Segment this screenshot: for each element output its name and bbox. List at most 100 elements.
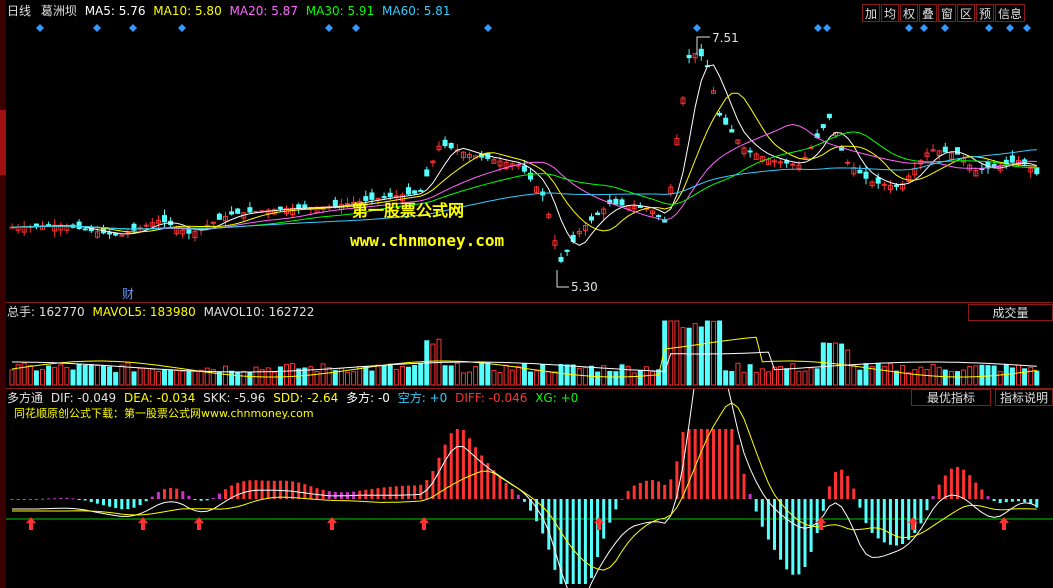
- volume-bar: [143, 368, 149, 386]
- volume-bar: [808, 367, 814, 386]
- volume-bar: [973, 365, 979, 386]
- volume-bar: [70, 369, 76, 386]
- candle-body: [589, 216, 594, 221]
- volume-bar: [637, 370, 643, 386]
- event-diamond: [1006, 24, 1014, 32]
- macd-bar: [224, 489, 227, 499]
- candle-body: [412, 190, 418, 194]
- toolbar-add-button[interactable]: 加: [862, 4, 880, 22]
- volume-bar: [204, 367, 210, 386]
- toolbar-average-button[interactable]: 均: [881, 4, 899, 22]
- volume-bar: [857, 369, 863, 386]
- volume-bar: [101, 365, 106, 386]
- candle-body: [619, 199, 625, 206]
- candle-body: [186, 229, 192, 234]
- candle-body: [296, 204, 302, 209]
- volume-bar: [668, 320, 674, 386]
- volume-bar: [930, 363, 936, 386]
- macd-bar: [962, 469, 966, 499]
- candle-body: [955, 147, 960, 155]
- toolbar-window-button[interactable]: 窗: [938, 4, 956, 22]
- indicator-name[interactable]: 多方通: [7, 391, 43, 405]
- volume-bar: [619, 364, 625, 386]
- volume-bar: [631, 372, 637, 386]
- candle-body: [277, 206, 283, 210]
- ma30-line: [11, 131, 1037, 230]
- volume-bar: [576, 367, 582, 386]
- volume-indicator-button[interactable]: 成交量: [968, 304, 1053, 321]
- volume-bar: [491, 369, 497, 386]
- candle-body: [82, 228, 88, 231]
- toolbar-info-button[interactable]: 信息: [995, 4, 1025, 22]
- macd-bar: [754, 499, 758, 512]
- volume-bar: [357, 366, 363, 386]
- macd-bar: [199, 499, 203, 501]
- macd-bar: [742, 473, 746, 499]
- volume-bar: [40, 369, 45, 386]
- macd-bar: [998, 499, 1002, 503]
- financial-report-marker[interactable]: 财: [122, 287, 134, 301]
- volume-bar: [717, 320, 723, 386]
- candle-body: [820, 124, 826, 129]
- volume-bar: [741, 371, 747, 386]
- volume-bar: [1022, 368, 1028, 386]
- period-label[interactable]: 日线: [7, 4, 31, 18]
- sdd-value: SDD: -2.64: [273, 391, 339, 405]
- macd-bar: [943, 475, 947, 499]
- event-diamond: [693, 24, 701, 32]
- indicator-help-button[interactable]: 指标说明: [995, 389, 1053, 406]
- volume-bar: [753, 371, 759, 386]
- ma60-value: MA60: 5.81: [382, 4, 451, 18]
- macd-bar: [150, 496, 154, 499]
- macd-bar: [394, 486, 398, 499]
- macd-bar: [120, 499, 124, 510]
- event-diamond: [178, 24, 186, 32]
- volume-bar: [186, 371, 192, 386]
- volume-bar: [1028, 366, 1034, 386]
- candle-body: [210, 221, 216, 224]
- macd-bar: [41, 498, 44, 500]
- volume-bar: [686, 327, 692, 386]
- candle-body: [723, 117, 729, 125]
- macd-bar: [620, 498, 624, 500]
- candle-body: [33, 223, 39, 227]
- volume-bar: [497, 371, 503, 386]
- macd-bar: [876, 499, 880, 539]
- toolbar-warning-button[interactable]: 预: [976, 4, 994, 22]
- volume-bar: [826, 342, 832, 386]
- best-indicator-button[interactable]: 最优指标: [911, 389, 991, 406]
- toolbar-rights-button[interactable]: 权: [900, 4, 918, 22]
- event-diamond: [129, 24, 137, 32]
- volume-bar: [387, 363, 393, 386]
- macd-bar: [931, 496, 935, 499]
- ma5-value: MA5: 5.76: [84, 4, 146, 18]
- low-price-label: 5.30: [571, 280, 598, 294]
- macd-bar: [193, 499, 197, 500]
- volume-bar: [229, 370, 235, 386]
- volume-bar: [174, 370, 180, 386]
- macd-bar: [852, 488, 856, 499]
- price-chart[interactable]: [0, 0, 1053, 303]
- volume-bar: [881, 365, 887, 386]
- candle-body: [595, 212, 601, 216]
- candle-body: [717, 112, 723, 116]
- toolbar-range-button[interactable]: 区: [957, 4, 975, 22]
- macd-bar: [1010, 499, 1014, 502]
- macd-bar: [53, 498, 57, 500]
- macd-bar: [644, 480, 648, 499]
- macd-bar: [175, 488, 179, 499]
- candle-body: [686, 54, 692, 59]
- volume-bar: [863, 363, 869, 386]
- macd-bar: [34, 499, 38, 500]
- volume-bar: [271, 371, 277, 386]
- volume-bar: [711, 320, 716, 386]
- event-diamond: [920, 24, 928, 32]
- indicator-header: 多方通 DIF: -0.049 DEA: -0.034 SKK: -5.96 S…: [7, 391, 578, 405]
- macd-bar: [651, 479, 654, 499]
- volume-bar: [509, 369, 515, 386]
- toolbar-overlay-button[interactable]: 叠: [919, 4, 937, 22]
- macd-bar: [492, 470, 496, 499]
- indicator-divider: [6, 388, 1053, 389]
- volume-bar: [265, 367, 271, 386]
- macd-bar: [974, 482, 978, 499]
